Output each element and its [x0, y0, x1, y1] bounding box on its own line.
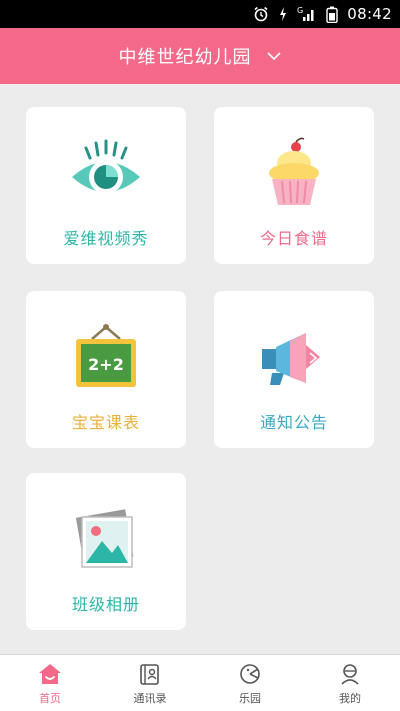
todays-menu-card[interactable]: 今日食谱 — [214, 107, 374, 264]
baby-schedule-card[interactable]: 2+2 宝宝课表 — [26, 291, 186, 448]
blackboard-icon: 2+2 — [66, 317, 146, 397]
chevron-down-icon[interactable] — [266, 51, 282, 61]
video-show-card[interactable]: 爱维视频秀 — [26, 107, 186, 264]
status-bar: G 08:42 — [0, 0, 400, 28]
battery-icon — [326, 6, 338, 23]
class-album-label: 班级相册 — [71, 595, 140, 614]
nav-playground-label: 乐园 — [239, 691, 261, 705]
bottom-nav: 首页 通讯录 乐园 我的 — [0, 654, 400, 711]
alarm-icon — [253, 6, 269, 22]
nav-contacts-label: 通讯录 — [133, 691, 167, 705]
video-show-label: 爱维视频秀 — [63, 229, 149, 248]
class-album-card[interactable]: 班级相册 — [26, 473, 186, 630]
signal-icon: G — [297, 6, 317, 22]
notice-label: 通知公告 — [259, 413, 328, 432]
vibrate-icon — [278, 6, 288, 22]
contacts-icon — [137, 661, 163, 687]
eye-icon — [66, 133, 146, 213]
nav-profile[interactable]: 我的 — [300, 655, 400, 711]
todays-menu-label: 今日食谱 — [259, 229, 328, 248]
nav-home[interactable]: 首页 — [0, 655, 100, 711]
megaphone-icon — [254, 317, 334, 397]
nav-contacts[interactable]: 通讯录 — [100, 655, 200, 711]
home-icon — [37, 661, 63, 687]
nav-playground[interactable]: 乐园 — [200, 655, 300, 711]
baby-schedule-label: 宝宝课表 — [71, 413, 140, 432]
status-time: 08:42 — [347, 5, 392, 23]
nav-profile-label: 我的 — [339, 691, 361, 705]
kindergarten-selector[interactable]: 中维世纪幼儿园 — [119, 43, 252, 69]
nav-home-label: 首页 — [39, 691, 61, 705]
cupcake-icon — [254, 133, 334, 213]
notice-card[interactable]: 通知公告 — [214, 291, 374, 448]
photo-album-icon — [66, 499, 146, 579]
playground-icon — [237, 661, 263, 687]
profile-icon — [337, 661, 363, 687]
svg-text:G: G — [297, 6, 303, 15]
app-header: 中维世纪幼儿园 — [0, 28, 400, 84]
svg-text:2+2: 2+2 — [88, 355, 124, 374]
